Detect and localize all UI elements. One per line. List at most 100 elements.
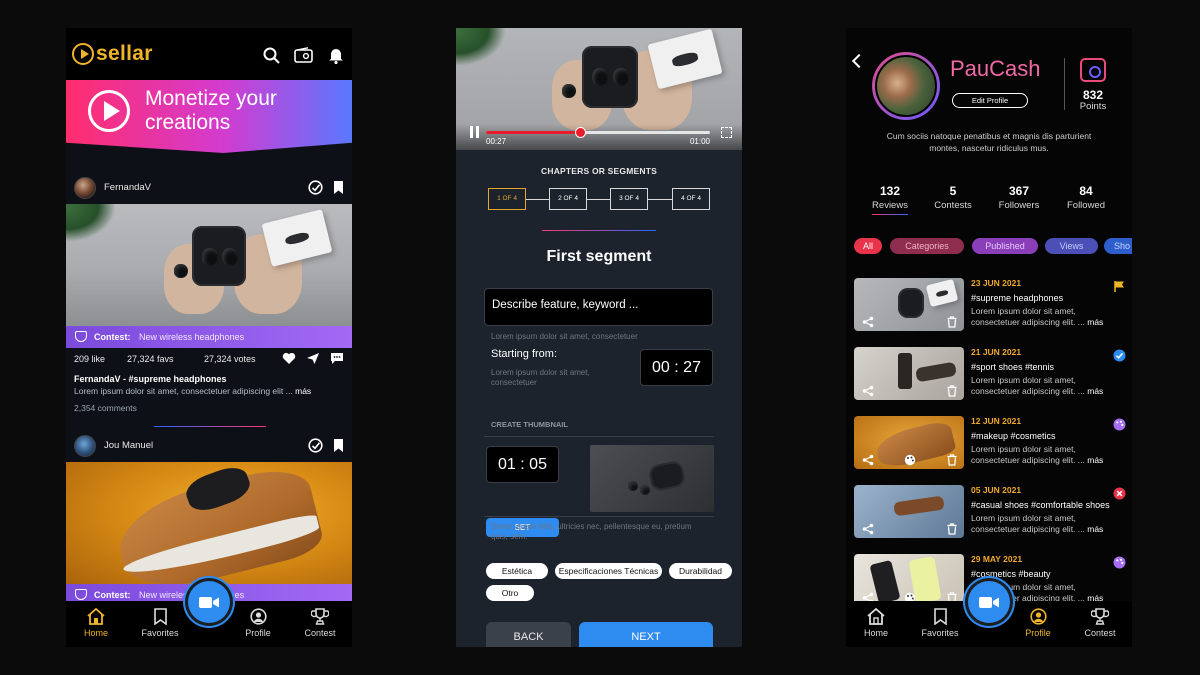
- list-item[interactable]: 21 JUN 2021 #sport shoes #tennis Lorem i…: [854, 347, 1132, 403]
- bookmark-icon[interactable]: [333, 438, 344, 453]
- more-link[interactable]: más: [1087, 455, 1103, 465]
- list-item[interactable]: 23 JUN 2021 #supreme headphones Lorem ip…: [854, 278, 1132, 334]
- post-image[interactable]: [66, 204, 352, 326]
- earbud: [562, 84, 576, 98]
- nav-home[interactable]: Home: [848, 606, 904, 638]
- vote-check-icon[interactable]: [308, 180, 323, 195]
- favs-count: 27,324 favs: [127, 354, 174, 364]
- thumbnail-time-input[interactable]: 01 : 05: [486, 446, 559, 483]
- stat-reviews[interactable]: 132 Reviews: [860, 184, 920, 211]
- more-link[interactable]: más: [1087, 317, 1103, 327]
- screens-showcase: sellar Monetize your creations FernandaV: [0, 0, 1200, 675]
- avatar[interactable]: [74, 435, 96, 457]
- tag-chip[interactable]: Durabilidad: [669, 563, 732, 579]
- post-header: FernandaV: [66, 174, 352, 204]
- nav-label: Favorites: [921, 628, 959, 638]
- nav-home[interactable]: Home: [68, 606, 124, 638]
- post-image[interactable]: [66, 462, 352, 586]
- bell-icon[interactable]: [328, 46, 344, 64]
- wallet-icon[interactable]: [1080, 58, 1106, 82]
- video-seekbar[interactable]: [486, 127, 710, 138]
- share-icon[interactable]: [862, 316, 874, 328]
- search-icon[interactable]: [263, 47, 280, 64]
- next-button[interactable]: NEXT: [579, 622, 713, 647]
- start-time-input[interactable]: 00 : 27: [640, 349, 713, 386]
- fullscreen-icon[interactable]: [721, 127, 732, 138]
- more-link[interactable]: más: [1087, 524, 1103, 534]
- more-link[interactable]: más: [1087, 386, 1103, 396]
- filter-shop[interactable]: Sho: [1104, 238, 1132, 254]
- bookmark-icon[interactable]: [333, 180, 344, 195]
- tag-chip[interactable]: Estética: [486, 563, 548, 579]
- post-username[interactable]: Jou Manuel: [104, 440, 153, 451]
- filter-published[interactable]: Published: [972, 238, 1038, 254]
- heart-icon[interactable]: [282, 352, 296, 365]
- share-send-icon[interactable]: [306, 352, 320, 365]
- wallet-icon[interactable]: [294, 46, 314, 64]
- describe-input[interactable]: Describe feature, keyword ...: [484, 288, 713, 326]
- earbud-case: [582, 46, 638, 108]
- profile-screen: PauCash Edit Profile 832 Points Cum soci…: [846, 28, 1132, 647]
- play-badge-icon: [88, 90, 130, 132]
- comment-icon[interactable]: [330, 352, 344, 365]
- chapter-chip-3[interactable]: 3 OF 4: [610, 188, 648, 210]
- comments-link[interactable]: 2,354 comments: [74, 403, 137, 413]
- item-title: #casual shoes #comfortable shoes: [971, 500, 1110, 510]
- share-icon[interactable]: [862, 454, 874, 466]
- starting-hint-line: Lorem ipsum dolor sit amet,: [491, 368, 590, 377]
- trash-icon[interactable]: [946, 523, 958, 535]
- contest-bar[interactable]: Contest: New wireless headphones: [66, 326, 352, 348]
- item-description: Lorem ipsum dolor sit amet, consectetuer …: [971, 375, 1131, 397]
- share-icon[interactable]: [862, 523, 874, 535]
- chapter-chip-4[interactable]: 4 OF 4: [672, 188, 710, 210]
- record-video-button[interactable]: [188, 581, 230, 623]
- seekbar-handle[interactable]: [574, 127, 586, 138]
- trash-icon[interactable]: [946, 316, 958, 328]
- chapter-chip-2[interactable]: 2 OF 4: [549, 188, 587, 210]
- stat-value: 367: [1008, 184, 1030, 198]
- nav-contest[interactable]: Contest: [1072, 606, 1128, 638]
- avatar[interactable]: [74, 177, 96, 199]
- stat-followed[interactable]: 84 Followed: [1056, 184, 1116, 211]
- more-link[interactable]: más: [295, 386, 311, 396]
- post-stats: 209 like 27,324 favs 27,324 votes: [74, 352, 344, 368]
- post-username[interactable]: FernandaV: [104, 182, 151, 193]
- play-logo-icon: [72, 43, 94, 65]
- nav-profile[interactable]: Profile: [1010, 606, 1066, 638]
- promo-banner[interactable]: Monetize your creations: [66, 80, 352, 153]
- current-time: 00:27: [486, 137, 507, 146]
- chapter-chip-1[interactable]: 1 OF 4: [488, 188, 526, 210]
- stat-followers[interactable]: 367 Followers: [989, 184, 1049, 211]
- video-player[interactable]: 00:27 01:00: [456, 28, 742, 150]
- nav-contest[interactable]: Contest: [292, 606, 348, 638]
- back-button[interactable]: BACK: [486, 622, 571, 647]
- tag-chip[interactable]: Especificaciones Técnicas: [555, 563, 662, 579]
- nav-profile[interactable]: Profile: [230, 606, 286, 638]
- stat-contests[interactable]: 5 Contests: [923, 184, 983, 211]
- item-thumbnail: [854, 347, 964, 400]
- filter-categories[interactable]: Categories: [890, 238, 964, 254]
- video-camera-icon: [199, 596, 219, 608]
- filter-all[interactable]: All: [854, 238, 882, 254]
- nav-favorites[interactable]: Favorites: [132, 606, 188, 638]
- share-icon[interactable]: [862, 385, 874, 397]
- vote-check-icon[interactable]: [308, 438, 323, 453]
- list-item[interactable]: 05 JUN 2021 #casual shoes #comfortable s…: [854, 485, 1132, 541]
- list-item[interactable]: 12 JUN 2021 #makeup #cosmetics Lorem ips…: [854, 416, 1132, 472]
- earbud: [628, 481, 638, 491]
- nav-label: Home: [83, 628, 108, 638]
- profile-avatar[interactable]: [872, 52, 940, 120]
- nav-favorites[interactable]: Favorites: [912, 606, 968, 638]
- tag-chip[interactable]: Otro: [486, 585, 534, 601]
- trash-icon[interactable]: [946, 454, 958, 466]
- item-desc-line: consectetuer adipiscing elit. ...: [971, 386, 1085, 396]
- pause-icon[interactable]: [470, 126, 479, 138]
- edit-profile-button[interactable]: Edit Profile: [952, 93, 1028, 108]
- record-video-button[interactable]: [968, 581, 1010, 623]
- back-arrow-icon[interactable]: [851, 53, 867, 69]
- chapters-title: CHAPTERS OR SEGMENTS: [541, 166, 657, 176]
- trash-icon[interactable]: [946, 385, 958, 397]
- palette-icon[interactable]: [904, 454, 916, 466]
- filter-views[interactable]: Views: [1045, 238, 1098, 254]
- app-logo[interactable]: sellar: [72, 42, 153, 66]
